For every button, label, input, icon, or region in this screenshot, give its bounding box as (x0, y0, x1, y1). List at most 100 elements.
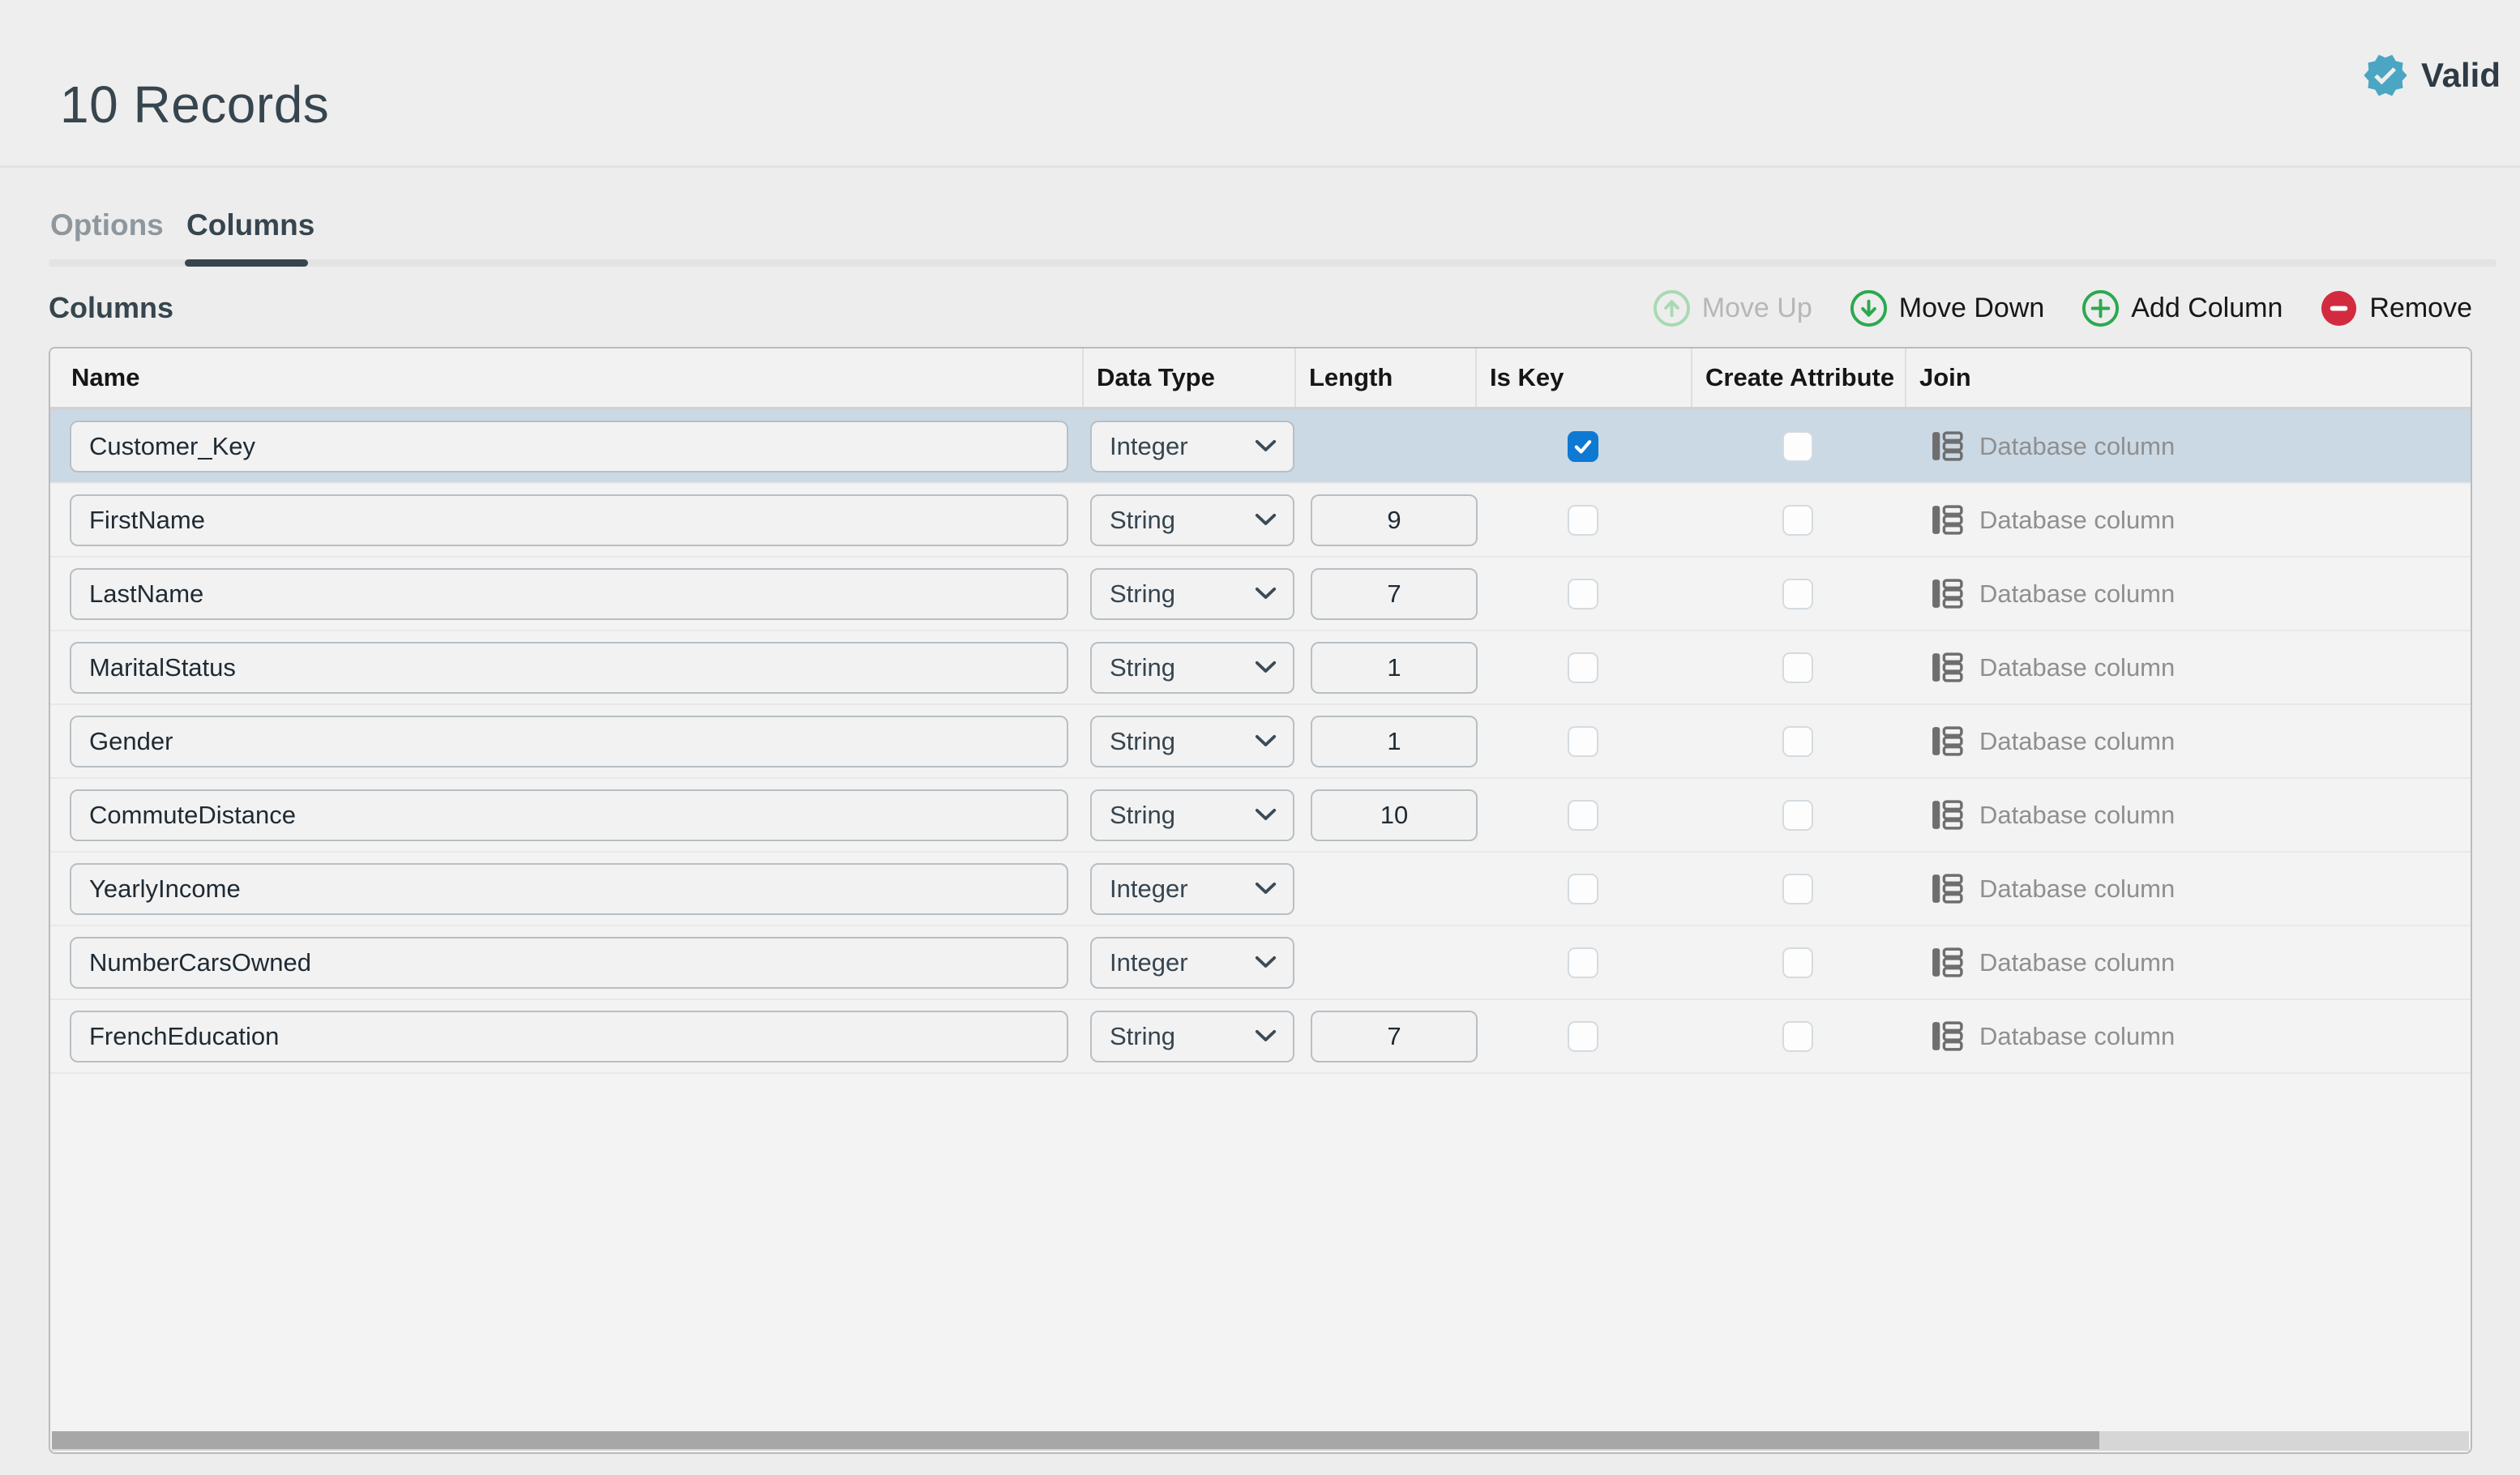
create-attribute-checkbox[interactable] (1782, 800, 1813, 831)
add-column-label: Add Column (2131, 293, 2283, 324)
remove-button[interactable]: Remove (2320, 289, 2472, 327)
create-attribute-checkbox[interactable] (1782, 1021, 1813, 1052)
data-type-select[interactable]: String (1090, 1011, 1294, 1062)
table-row[interactable]: String (50, 1000, 2471, 1074)
database-column-icon (1929, 649, 1966, 686)
is-key-checkbox[interactable] (1568, 505, 1598, 536)
join-type-label: Database column (1979, 801, 2175, 830)
data-type-value: String (1110, 506, 1175, 535)
table-row[interactable]: String (50, 779, 2471, 853)
column-name-input[interactable] (70, 789, 1068, 841)
table-row[interactable]: Integer (50, 853, 2471, 926)
join-type-label: Database column (1979, 874, 2175, 904)
data-type-select[interactable]: String (1090, 494, 1294, 546)
tab-options[interactable]: Options (50, 208, 164, 242)
columns-section-header: Columns Move Up Move Down Add Column (49, 276, 2472, 340)
create-attribute-checkbox[interactable] (1782, 579, 1813, 609)
column-name-input[interactable] (70, 937, 1068, 989)
table-row[interactable]: String (50, 705, 2471, 779)
create-attribute-checkbox[interactable] (1782, 431, 1813, 462)
data-type-select[interactable]: Integer (1090, 421, 1294, 472)
table-row[interactable]: String (50, 631, 2471, 705)
is-key-checkbox[interactable] (1568, 947, 1598, 978)
data-type-select[interactable]: String (1090, 789, 1294, 841)
create-attribute-checkbox[interactable] (1782, 505, 1813, 536)
data-type-value: Integer (1110, 874, 1188, 904)
section-title: Columns (49, 291, 173, 325)
column-name-input[interactable] (70, 494, 1068, 546)
table-row[interactable]: Integer (50, 410, 2471, 484)
is-key-checkbox[interactable] (1568, 726, 1598, 757)
create-attribute-checkbox[interactable] (1782, 874, 1813, 904)
length-input[interactable] (1311, 716, 1478, 767)
column-header-data-type: Data Type (1082, 348, 1294, 407)
data-type-select[interactable]: String (1090, 716, 1294, 767)
create-attribute-checkbox[interactable] (1782, 947, 1813, 978)
validation-status-badge: Valid (2362, 50, 2501, 100)
add-column-button[interactable]: Add Column (2081, 289, 2283, 327)
move-up-label: Move Up (1702, 293, 1812, 324)
data-type-select[interactable]: String (1090, 568, 1294, 620)
length-input[interactable] (1311, 494, 1478, 546)
table-row[interactable]: Integer (50, 926, 2471, 1000)
window-header: 10 Records Valid (0, 0, 2520, 168)
table-row[interactable]: String (50, 558, 2471, 631)
arrow-down-circle-icon (1850, 289, 1888, 327)
is-key-checkbox[interactable] (1568, 431, 1598, 462)
column-name-input[interactable] (70, 1011, 1068, 1062)
verified-badge-icon (2362, 52, 2409, 99)
chevron-down-icon (1255, 734, 1277, 748)
database-column-icon (1929, 870, 1966, 907)
column-name-input[interactable] (70, 421, 1068, 472)
remove-label: Remove (2369, 293, 2472, 324)
column-header-is-key: Is Key (1475, 348, 1691, 407)
table-row[interactable]: String (50, 484, 2471, 558)
move-down-button[interactable]: Move Down (1850, 289, 2045, 327)
column-name-input[interactable] (70, 642, 1068, 694)
move-up-button[interactable]: Move Up (1653, 289, 1812, 327)
database-column-icon (1929, 944, 1966, 981)
database-column-icon (1929, 428, 1966, 464)
length-input[interactable] (1311, 642, 1478, 694)
length-input[interactable] (1311, 568, 1478, 620)
chevron-down-icon (1255, 587, 1277, 601)
chevron-down-icon (1255, 439, 1277, 453)
column-name-input[interactable] (70, 568, 1068, 620)
tab-bar: Options Columns (0, 168, 2520, 273)
is-key-checkbox[interactable] (1568, 874, 1598, 904)
horizontal-scrollbar[interactable] (52, 1431, 2469, 1451)
column-name-input[interactable] (70, 863, 1068, 915)
length-input[interactable] (1311, 789, 1478, 841)
chevron-down-icon (1255, 956, 1277, 969)
tab-track (49, 259, 2496, 267)
table-body: Integer (50, 410, 2471, 1074)
create-attribute-checkbox[interactable] (1782, 726, 1813, 757)
data-type-select[interactable]: Integer (1090, 863, 1294, 915)
data-type-select[interactable]: Integer (1090, 937, 1294, 989)
length-input[interactable] (1311, 1011, 1478, 1062)
data-type-value: String (1110, 653, 1175, 682)
data-type-select[interactable]: String (1090, 642, 1294, 694)
check-icon (1572, 435, 1594, 458)
is-key-checkbox[interactable] (1568, 579, 1598, 609)
data-type-value: String (1110, 1022, 1175, 1051)
chevron-down-icon (1255, 882, 1277, 896)
column-name-input[interactable] (70, 716, 1068, 767)
data-type-value: String (1110, 579, 1175, 609)
data-type-value: Integer (1110, 948, 1188, 977)
tab-columns[interactable]: Columns (186, 208, 314, 242)
column-header-name: Name (50, 348, 1082, 407)
is-key-checkbox[interactable] (1568, 652, 1598, 683)
join-type-label: Database column (1979, 506, 2175, 535)
join-type-label: Database column (1979, 653, 2175, 682)
page-title: 10 Records (60, 75, 329, 135)
column-header-length: Length (1294, 348, 1475, 407)
horizontal-scrollbar-thumb[interactable] (52, 1431, 2099, 1449)
create-attribute-checkbox[interactable] (1782, 652, 1813, 683)
active-tab-indicator (185, 259, 308, 267)
columns-table: Name Data Type Length Is Key Create Attr… (49, 347, 2472, 1454)
data-type-value: String (1110, 727, 1175, 756)
is-key-checkbox[interactable] (1568, 800, 1598, 831)
is-key-checkbox[interactable] (1568, 1021, 1598, 1052)
plus-circle-icon (2081, 289, 2120, 327)
